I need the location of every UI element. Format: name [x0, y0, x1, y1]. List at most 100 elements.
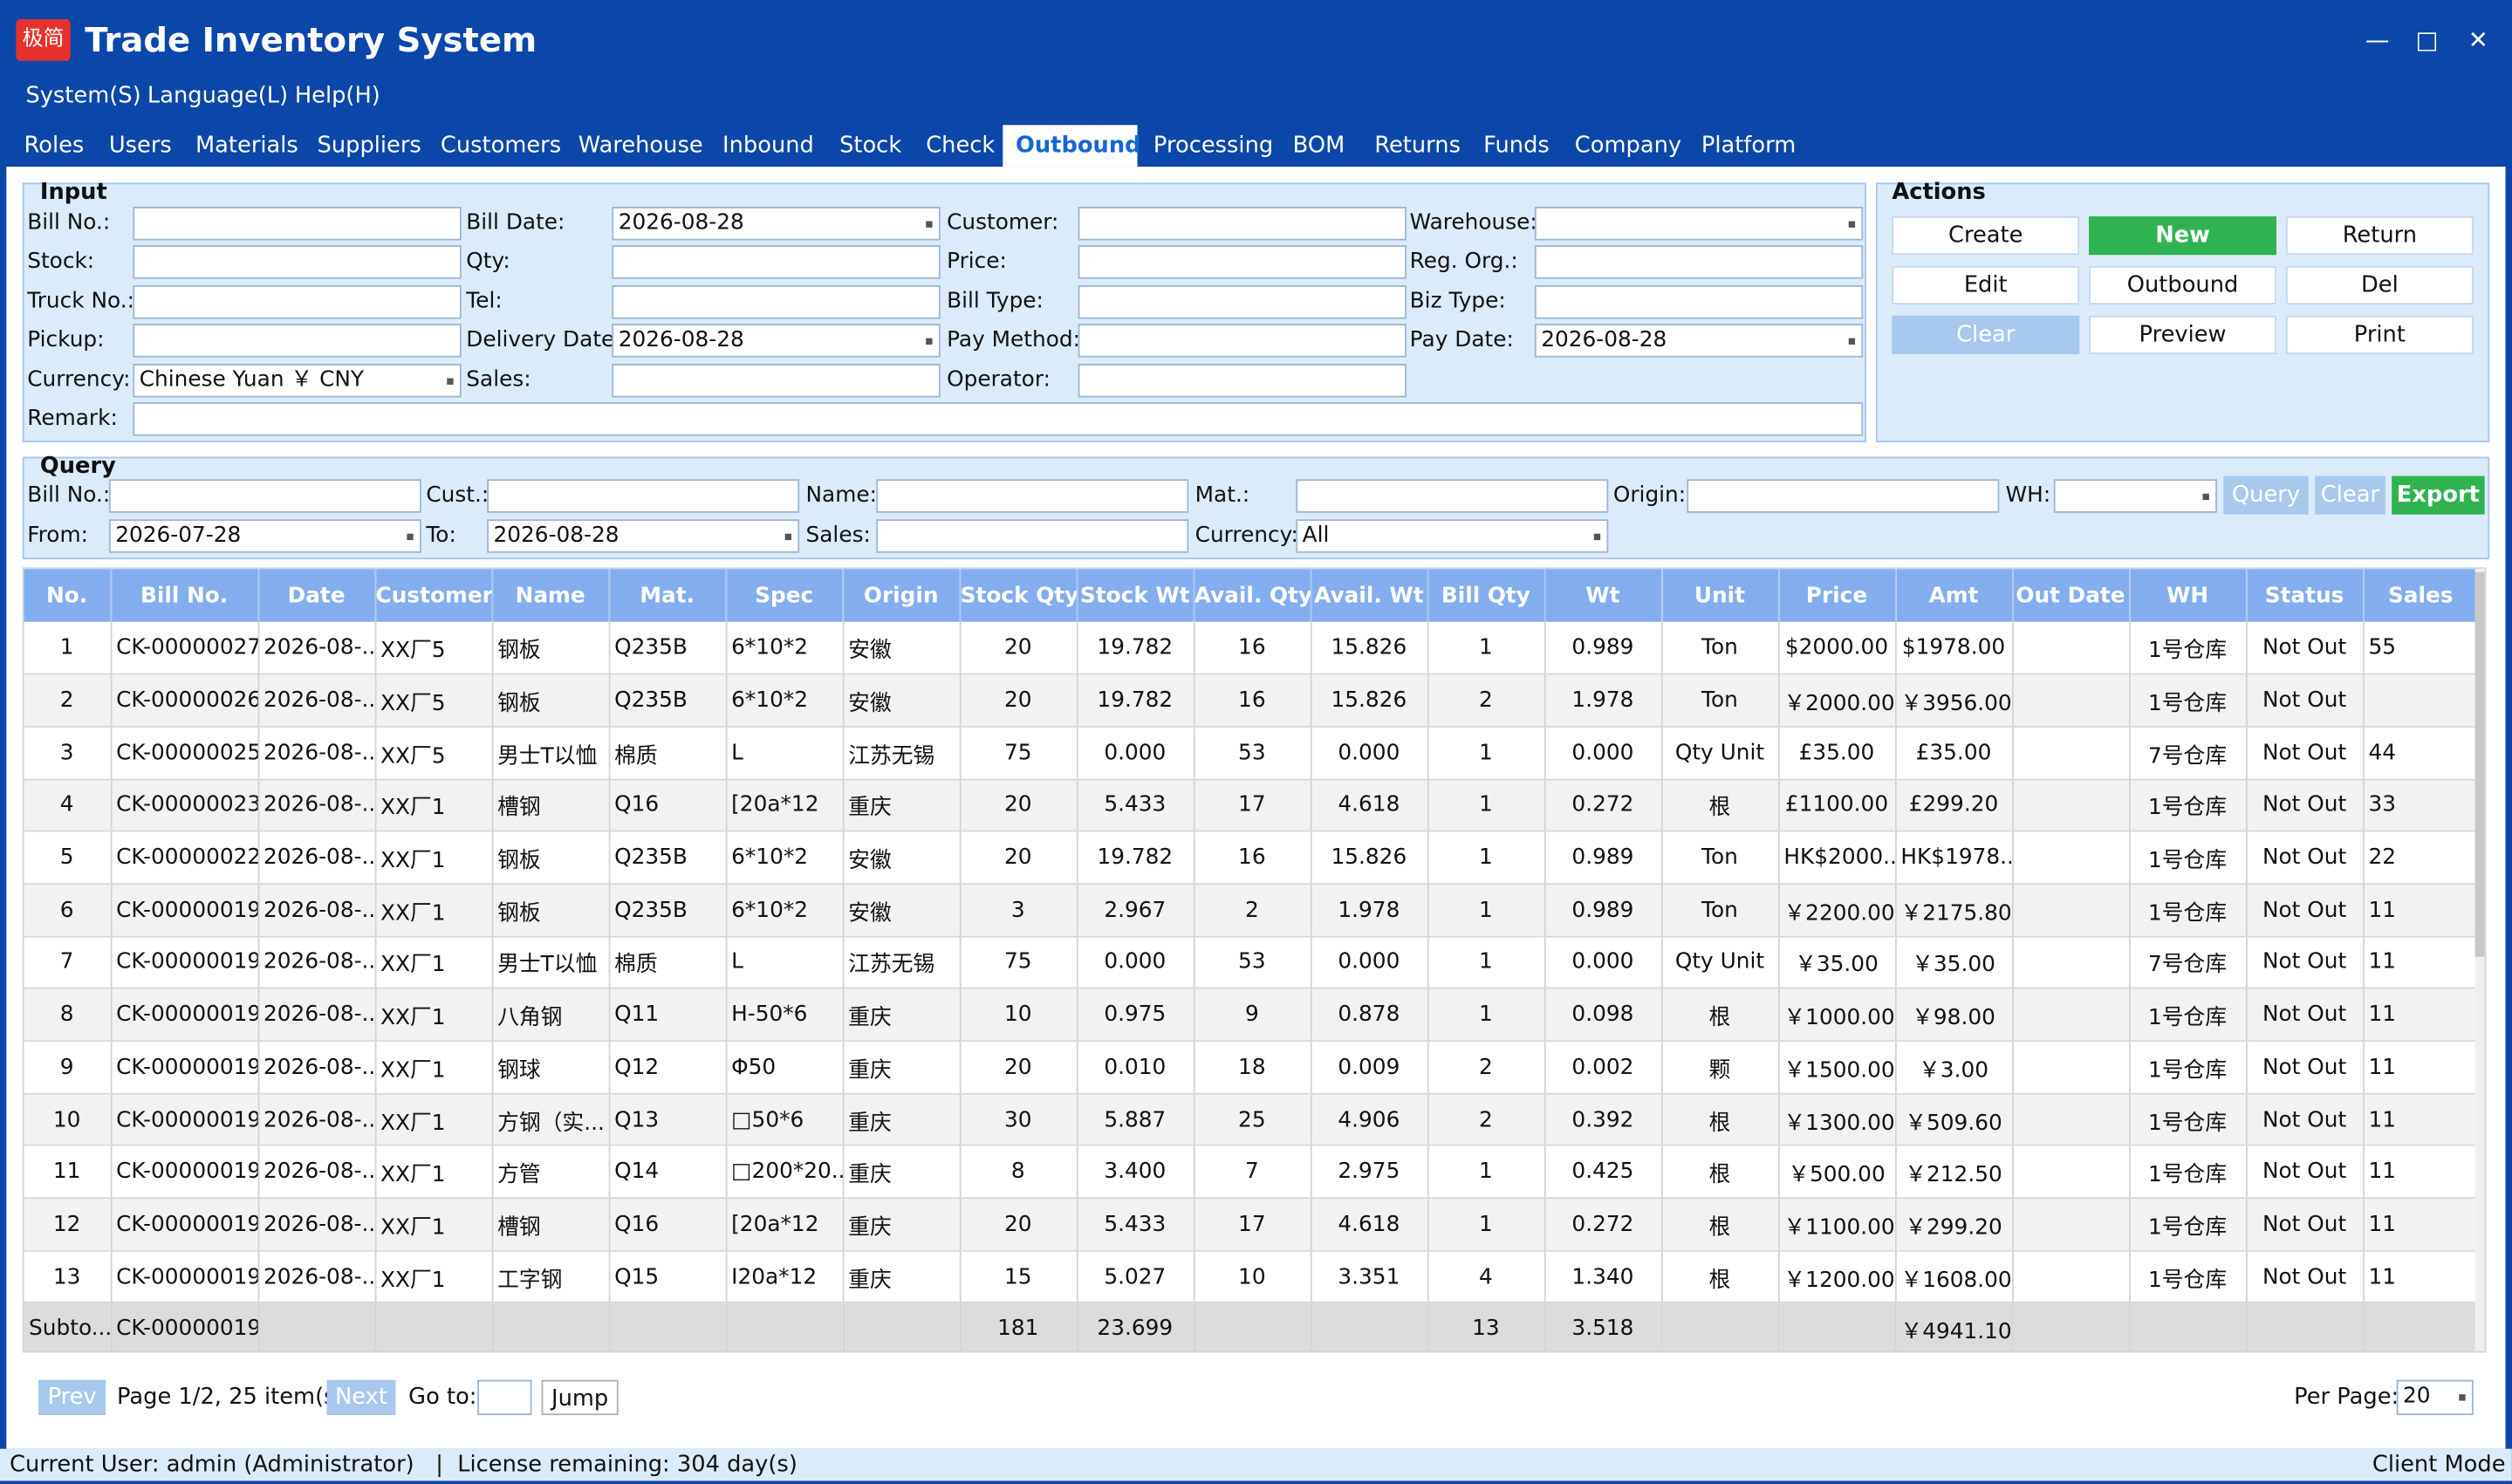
edit-button[interactable]: Edit: [1892, 265, 2080, 305]
price-input[interactable]: [1078, 245, 1407, 279]
column-header[interactable]: Avail. Wt: [1310, 569, 1428, 622]
tab-processing[interactable]: Processing: [1140, 125, 1286, 167]
menu-language[interactable]: Language(L): [147, 84, 288, 109]
bill-no-input[interactable]: [133, 206, 462, 241]
column-header[interactable]: Bill Qty: [1427, 569, 1545, 622]
query-wh-select[interactable]: [2053, 479, 2218, 513]
tab-funds[interactable]: Funds: [1470, 125, 1562, 167]
query-clear-button[interactable]: Clear: [2315, 475, 2385, 515]
query-mat-input[interactable]: [1296, 479, 1609, 513]
vertical-scrollbar[interactable]: [2474, 569, 2485, 1351]
query-currency-select[interactable]: All: [1296, 519, 1609, 553]
remark-input[interactable]: [133, 402, 1864, 436]
table-row[interactable]: 10 CK-00000019 2026-08-... XX厂1 方钢（实... Q13 □5…: [24, 1093, 2480, 1147]
table-row[interactable]: 12 CK-00000019 2026-08-... XX厂1 槽钢 Q16 [20a*12…: [24, 1198, 2480, 1252]
tab-roles[interactable]: Roles: [11, 125, 97, 167]
tab-users[interactable]: Users: [96, 125, 184, 167]
column-header[interactable]: Avail. Qty: [1193, 569, 1311, 622]
truck-no-input[interactable]: [133, 284, 462, 319]
column-header[interactable]: Date: [257, 569, 376, 622]
tab-company[interactable]: Company: [1562, 125, 1694, 167]
tel-input[interactable]: [612, 284, 941, 319]
tab-customers[interactable]: Customers: [428, 125, 574, 167]
clear-button[interactable]: Clear: [1892, 315, 2080, 354]
table-row[interactable]: 13 CK-00000019 2026-08-... XX厂1 工字钢 Q15 I20a*1…: [24, 1250, 2480, 1304]
warehouse-select[interactable]: [1534, 206, 1864, 241]
table-row[interactable]: 3 CK-00000025 2026-08-... XX厂5 男士T以恤 棉质 L 江苏无锡 7…: [24, 726, 2480, 780]
pay-date-picker[interactable]: 2026-08-28: [1534, 324, 1864, 358]
column-header[interactable]: WH: [2129, 569, 2247, 622]
tab-materials[interactable]: Materials: [182, 125, 311, 167]
qty-input[interactable]: [612, 245, 941, 279]
scrollbar-thumb[interactable]: [2474, 571, 2485, 957]
query-cust-input[interactable]: [487, 479, 800, 513]
tab-check[interactable]: Check: [914, 125, 1008, 167]
column-header[interactable]: Bill No.: [110, 569, 259, 622]
jump-button[interactable]: Jump: [541, 1379, 619, 1416]
tab-platform[interactable]: Platform: [1688, 125, 1809, 167]
bill-type-input[interactable]: [1078, 284, 1407, 319]
tab-stock[interactable]: Stock: [826, 125, 914, 167]
per-page-select[interactable]: 20: [2396, 1379, 2474, 1416]
tab-inbound[interactable]: Inbound: [709, 125, 826, 167]
close-icon[interactable]: ✕: [2459, 23, 2497, 58]
column-header[interactable]: Mat.: [608, 569, 727, 622]
query-from-picker[interactable]: 2026-07-28: [108, 519, 421, 553]
query-button[interactable]: Query: [2223, 475, 2309, 515]
column-header[interactable]: Stock Qty: [959, 569, 1078, 622]
bill-date-picker[interactable]: 2026-08-28: [612, 206, 941, 241]
preview-button[interactable]: Preview: [2089, 315, 2276, 354]
pickup-input[interactable]: [133, 324, 462, 358]
query-name-input[interactable]: [876, 479, 1189, 513]
table-row[interactable]: 7 CK-00000019 2026-08-... XX厂1 男士T以恤 棉质 L 江苏无锡 7…: [24, 936, 2480, 989]
column-header[interactable]: Price: [1777, 569, 1896, 622]
currency-select[interactable]: Chinese Yuan ￥ CNY: [133, 363, 462, 398]
query-origin-input[interactable]: [1687, 479, 2000, 513]
table-row[interactable]: 8 CK-00000019 2026-08-... XX厂1 八角钢 Q11 H-50*6 重…: [24, 988, 2480, 1043]
query-sales-input[interactable]: [876, 519, 1189, 553]
column-header[interactable]: Name: [491, 569, 610, 622]
export-button[interactable]: Export: [2392, 475, 2485, 515]
table-row[interactable]: 11 CK-00000019 2026-08-... XX厂1 方管 Q14 □200*20…: [24, 1145, 2480, 1200]
query-to-picker[interactable]: 2026-08-28: [487, 519, 800, 553]
query-bill-no-input[interactable]: [108, 479, 421, 513]
table-row[interactable]: 1 CK-00000027 2026-08-... XX厂5 钢板 Q235B 6*10*2…: [24, 621, 2480, 675]
maximize-icon[interactable]: □: [2408, 23, 2447, 58]
next-page-button[interactable]: Next: [326, 1379, 396, 1416]
tab-suppliers[interactable]: Suppliers: [305, 125, 435, 167]
tab-warehouse[interactable]: Warehouse: [565, 125, 715, 167]
tab-bom[interactable]: BOM: [1280, 125, 1358, 167]
delete-button[interactable]: Del: [2285, 265, 2474, 305]
delivery-date-picker[interactable]: 2026-08-28: [612, 324, 941, 358]
column-header[interactable]: Customer: [374, 569, 493, 622]
biz-type-input[interactable]: [1534, 284, 1864, 319]
column-header[interactable]: No.: [24, 569, 112, 622]
table-row[interactable]: 9 CK-00000019 2026-08-... XX厂1 钢球 Q12 Φ50 重庆 20 0…: [24, 1041, 2480, 1095]
table-row[interactable]: 5 CK-00000022 2026-08-... XX厂1 钢板 Q235B 6*10*2…: [24, 831, 2480, 885]
menu-system[interactable]: System(S): [25, 84, 140, 109]
column-header[interactable]: Spec: [725, 569, 844, 622]
column-header[interactable]: Wt: [1543, 569, 1662, 622]
table-row[interactable]: 2 CK-00000026 2026-08-... XX厂5 钢板 Q235B 6*10*2…: [24, 674, 2480, 728]
column-header[interactable]: Stock Wt: [1076, 569, 1194, 622]
customer-input[interactable]: [1078, 206, 1407, 241]
tab-returns[interactable]: Returns: [1362, 125, 1474, 167]
column-header[interactable]: Status: [2246, 569, 2365, 622]
menu-help[interactable]: Help(H): [295, 84, 380, 109]
goto-page-input[interactable]: [477, 1379, 532, 1416]
reg-org-input[interactable]: [1534, 245, 1864, 279]
sales-input[interactable]: [612, 363, 941, 398]
column-header[interactable]: Amt: [1894, 569, 2013, 622]
minimize-icon[interactable]: —: [2358, 23, 2397, 58]
column-header[interactable]: Origin: [842, 569, 961, 622]
new-button[interactable]: New: [2089, 215, 2276, 256]
subtotal-row[interactable]: Subto... CK-00000019 181 23.699 13 3.518 ￥4941…: [24, 1303, 2480, 1351]
pay-method-input[interactable]: [1078, 324, 1407, 358]
stock-input[interactable]: [133, 245, 462, 279]
table-row[interactable]: 6 CK-00000019 2026-08-... XX厂1 钢板 Q235B 6*10*2…: [24, 883, 2480, 937]
create-button[interactable]: Create: [1892, 215, 2080, 256]
table-row[interactable]: 4 CK-00000023 2026-08-... XX厂1 槽钢 Q16 [20a*12 重…: [24, 778, 2480, 832]
print-button[interactable]: Print: [2285, 315, 2474, 354]
outbound-button[interactable]: Outbound: [2089, 265, 2276, 305]
column-header[interactable]: Out Date: [2012, 569, 2130, 622]
